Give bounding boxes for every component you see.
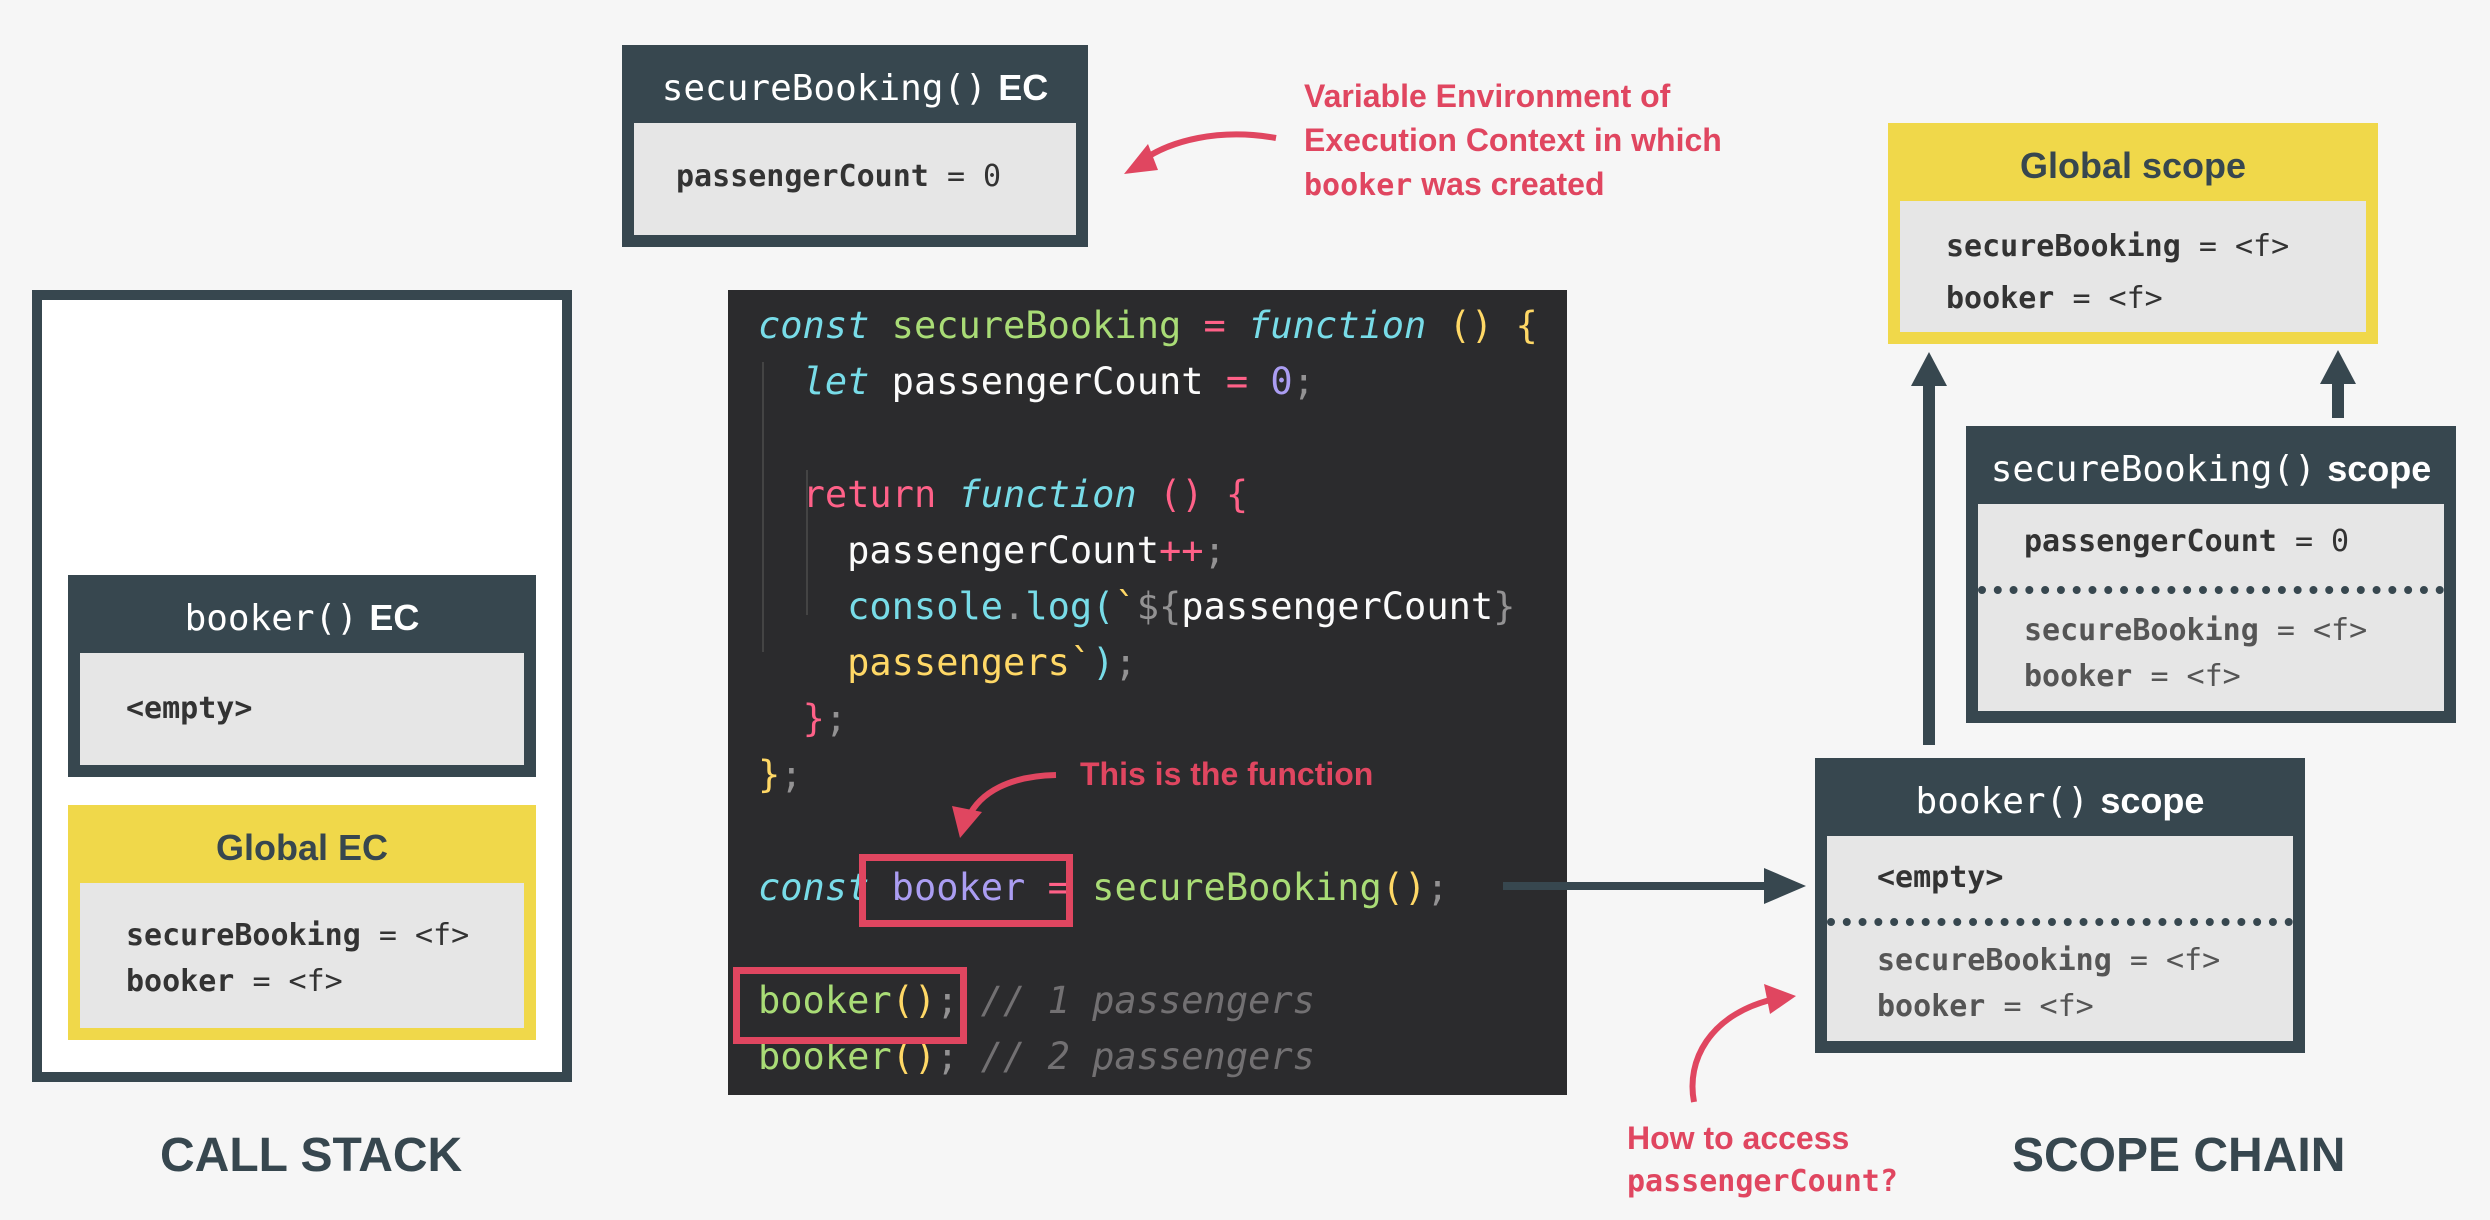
- this-is-function-arrow: [952, 772, 1057, 838]
- how-to-access-arrow: [1689, 984, 1796, 1103]
- scope-link-arrow: [1911, 352, 1947, 745]
- scope-link-arrow: [2320, 350, 2356, 418]
- variable-env-arrow: [1124, 131, 1277, 174]
- creates-scope-arrow: [1503, 868, 1806, 904]
- arrows-layer: [952, 131, 2356, 1103]
